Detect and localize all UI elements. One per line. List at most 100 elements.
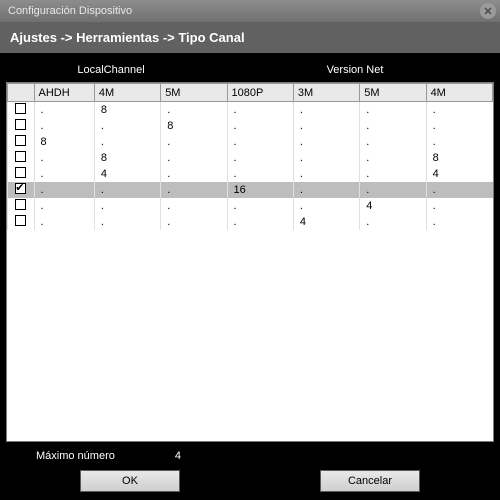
cell: . <box>293 150 359 166</box>
cell: . <box>293 102 359 118</box>
cancel-button[interactable]: Cancelar <box>320 470 420 492</box>
cell: . <box>161 198 227 214</box>
cell: . <box>94 214 160 230</box>
cell: . <box>34 198 94 214</box>
cell: . <box>227 134 293 150</box>
cell: . <box>34 150 94 166</box>
footer-summary: Máximo número 4 <box>6 442 494 466</box>
breadcrumb: Ajustes -> Herramientas -> Tipo Canal <box>0 22 500 54</box>
cell: 16 <box>227 182 293 198</box>
cell: . <box>293 166 359 182</box>
col-5m-a[interactable]: 5M <box>161 84 227 102</box>
cell: . <box>94 118 160 134</box>
col-4m-a[interactable]: 4M <box>94 84 160 102</box>
row-checkbox-cell[interactable] <box>8 214 35 230</box>
table-row[interactable]: ..8.... <box>8 118 493 134</box>
cell: . <box>161 102 227 118</box>
cell: . <box>227 102 293 118</box>
row-checkbox-cell[interactable] <box>8 198 35 214</box>
close-icon[interactable]: ✕ <box>480 3 496 19</box>
cell: . <box>426 182 492 198</box>
cell: . <box>94 182 160 198</box>
row-checkbox[interactable] <box>15 103 26 114</box>
cell: . <box>161 134 227 150</box>
button-row: OK Cancelar <box>6 466 494 500</box>
col-ahdh[interactable]: AHDH <box>34 84 94 102</box>
cell: . <box>34 102 94 118</box>
row-checkbox-cell[interactable] <box>8 118 35 134</box>
row-checkbox-cell[interactable] <box>8 102 35 118</box>
cell: . <box>227 150 293 166</box>
column-group-headers: LocalChannel Version Net <box>6 60 494 82</box>
cell: . <box>360 214 426 230</box>
cell: . <box>360 118 426 134</box>
row-checkbox[interactable] <box>15 199 26 210</box>
cell: 8 <box>94 150 160 166</box>
group-net-label: Version Net <box>216 64 494 76</box>
cell: . <box>227 118 293 134</box>
row-checkbox[interactable] <box>15 183 26 194</box>
row-checkbox[interactable] <box>15 135 26 146</box>
col-4m-b[interactable]: 4M <box>426 84 492 102</box>
cell: . <box>161 182 227 198</box>
cell: . <box>293 118 359 134</box>
channel-table: AHDH 4M 5M 1080P 3M 5M 4M .8.......8....… <box>7 83 493 230</box>
row-checkbox-cell[interactable] <box>8 166 35 182</box>
cell: . <box>426 134 492 150</box>
table-row[interactable]: ...16... <box>8 182 493 198</box>
cell: . <box>34 166 94 182</box>
cell: . <box>426 118 492 134</box>
cell: . <box>360 150 426 166</box>
row-checkbox-cell[interactable] <box>8 182 35 198</box>
cell: . <box>227 198 293 214</box>
row-checkbox-cell[interactable] <box>8 134 35 150</box>
cell: . <box>293 198 359 214</box>
cell: . <box>293 134 359 150</box>
col-1080p[interactable]: 1080P <box>227 84 293 102</box>
cell: . <box>227 214 293 230</box>
cell: . <box>426 214 492 230</box>
cell: . <box>360 182 426 198</box>
max-number-label: Máximo número <box>36 450 115 462</box>
col-3m[interactable]: 3M <box>293 84 359 102</box>
content-area: LocalChannel Version Net AHDH 4M 5M 1080… <box>0 54 500 500</box>
col-checkbox <box>8 84 35 102</box>
table-row[interactable]: .8..... <box>8 102 493 118</box>
cell: . <box>94 198 160 214</box>
cell: . <box>94 134 160 150</box>
cell: . <box>161 166 227 182</box>
cell: 8 <box>34 134 94 150</box>
table-row[interactable]: .....4. <box>8 198 493 214</box>
window-title: Configuración Dispositivo <box>8 5 132 17</box>
cell: . <box>360 134 426 150</box>
device-config-window: Configuración Dispositivo ✕ Ajustes -> H… <box>0 0 500 500</box>
cell: . <box>426 198 492 214</box>
row-checkbox[interactable] <box>15 215 26 226</box>
cell: . <box>161 214 227 230</box>
cell: 4 <box>360 198 426 214</box>
table-row[interactable]: .4....4 <box>8 166 493 182</box>
col-5m-b[interactable]: 5M <box>360 84 426 102</box>
group-local-label: LocalChannel <box>6 64 216 76</box>
table-row[interactable]: 8...... <box>8 134 493 150</box>
cell: 4 <box>293 214 359 230</box>
row-checkbox-cell[interactable] <box>8 150 35 166</box>
cell: 8 <box>161 118 227 134</box>
row-checkbox[interactable] <box>15 151 26 162</box>
row-checkbox[interactable] <box>15 167 26 178</box>
cell: 4 <box>426 166 492 182</box>
max-number-value: 4 <box>175 450 181 462</box>
cell: . <box>161 150 227 166</box>
row-checkbox[interactable] <box>15 119 26 130</box>
cell: . <box>360 102 426 118</box>
cell: . <box>34 182 94 198</box>
cell: . <box>227 166 293 182</box>
ok-button[interactable]: OK <box>80 470 180 492</box>
table-row[interactable]: ....4.. <box>8 214 493 230</box>
channel-grid: AHDH 4M 5M 1080P 3M 5M 4M .8.......8....… <box>6 82 494 442</box>
cell: . <box>426 102 492 118</box>
table-row[interactable]: .8....8 <box>8 150 493 166</box>
cell: 8 <box>94 102 160 118</box>
cell: . <box>360 166 426 182</box>
cell: 8 <box>426 150 492 166</box>
